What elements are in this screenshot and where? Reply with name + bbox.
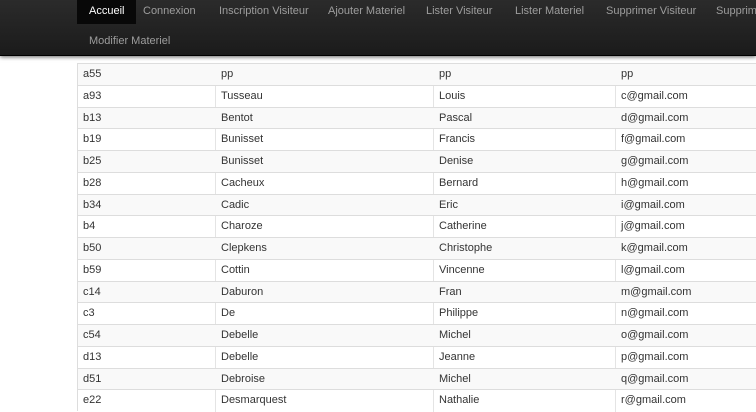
visitor-lastname-cell: Cadic (221, 198, 250, 211)
visitor-firstname-cell: Denise (439, 155, 474, 167)
visitor-lastname-cell: Debelle (221, 350, 259, 363)
visitor-id-cell: b4 (83, 220, 96, 233)
visitor-lastname-cell: Cacheux (221, 176, 265, 189)
nav-inscription-visiteur[interactable]: Inscription Visiteur (219, 0, 309, 24)
visitor-email-cell: m@gmail.com (621, 285, 692, 298)
visitor-lastname-cell: Bunisset (221, 133, 264, 146)
nav-modifier-materiel[interactable]: Modifier Materiel (89, 30, 170, 54)
nav-lister-materiel[interactable]: Lister Materiel (515, 0, 584, 24)
visitor-id-cell: b50 (83, 242, 102, 254)
visitor-firstname-cell: Eric (439, 198, 458, 211)
visitor-lastname-cell: Daburon (221, 285, 264, 298)
visitor-email-cell: g@gmail.com (621, 155, 689, 167)
visitor-id-cell: a93 (83, 89, 102, 102)
visitor-table: a55 pp pp pp a93 Tusseau Louis c@gmail.com b13 Be… (77, 63, 756, 411)
visitor-firstname-cell: Nathalie (439, 394, 480, 407)
visitor-email-cell: o@gmail.com (621, 329, 689, 341)
table-row: b50 Clepkens Christophe k@gmail.com (78, 237, 756, 259)
nav-supprimer-materiel[interactable]: Supprime (716, 0, 756, 24)
nav-accueil[interactable]: Accueil (77, 0, 137, 24)
visitor-firstname-cell: Fran (439, 285, 462, 298)
visitor-id-cell: c14 (83, 285, 101, 298)
visitor-email-cell: i@gmail.com (621, 198, 685, 211)
visitor-lastname-cell: Tusseau (221, 89, 263, 102)
visitor-firstname-cell: Vincenne (439, 263, 485, 276)
visitor-id-cell: d13 (83, 350, 102, 363)
nav-ajouter-materiel[interactable]: Ajouter Materiel (328, 0, 405, 24)
visitor-lastname-cell: Charoze (221, 220, 263, 233)
top-navbar: Accueil Connexion Inscription Visiteur A… (0, 0, 756, 56)
visitor-email-cell: f@gmail.com (621, 133, 686, 146)
visitor-id-cell: b28 (83, 176, 102, 189)
visitor-lastname-cell: Bunisset (221, 155, 264, 167)
table-row: b59 Cottin Vincenne l@gmail.com (78, 258, 756, 281)
visitor-firstname-cell: Louis (439, 89, 466, 102)
visitor-id-cell: c3 (83, 307, 95, 320)
visitor-email-cell: l@gmail.com (621, 263, 685, 276)
table-row: e22 Desmarquest Nathalie r@gmail.com (78, 389, 756, 411)
visitor-firstname-cell: Michel (439, 372, 471, 385)
table-row: b28 Cacheux Bernard h@gmail.com (78, 171, 756, 194)
table-row: b19 Bunisset Francis f@gmail.com (78, 128, 756, 150)
visitor-email-cell: k@gmail.com (621, 242, 688, 254)
visitor-id-cell: b34 (83, 198, 102, 211)
visitor-id-cell: b19 (83, 133, 102, 146)
visitor-lastname-cell: Cottin (221, 263, 250, 276)
table-row: a93 Tusseau Louis c@gmail.com (78, 84, 756, 107)
visitor-id-cell: d51 (83, 372, 102, 385)
visitor-lastname-cell: Debroise (221, 372, 266, 385)
visitor-email-cell: p@gmail.com (621, 350, 689, 363)
visitor-email-cell: h@gmail.com (621, 176, 689, 189)
visitor-email-cell: c@gmail.com (621, 89, 688, 102)
visitor-firstname-cell: pp (439, 68, 452, 80)
visitor-email-cell: pp (621, 68, 634, 80)
visitor-firstname-cell: Pascal (439, 111, 473, 124)
nav-connexion[interactable]: Connexion (143, 0, 196, 24)
visitor-id-cell: c54 (83, 329, 101, 341)
table-row: c3 De Philippe n@gmail.com (78, 302, 756, 324)
table-row: c14 Daburon Fran m@gmail.com (78, 280, 756, 303)
table-row: d13 Debelle Jeanne p@gmail.com (78, 345, 756, 368)
visitor-id-cell: b25 (83, 155, 102, 167)
table-row: b13 Bentot Pascal d@gmail.com (78, 106, 756, 129)
visitor-firstname-cell: Bernard (439, 176, 479, 189)
table-row: c54 Debelle Michel o@gmail.com (78, 324, 756, 346)
visitor-lastname-cell: De (221, 307, 236, 320)
visitor-email-cell: r@gmail.com (621, 394, 686, 407)
nav-lister-visiteur[interactable]: Lister Visiteur (426, 0, 492, 24)
visitor-lastname-cell: Debelle (221, 329, 259, 341)
table-row: d51 Debroise Michel q@gmail.com (78, 367, 756, 390)
visitor-firstname-cell: Philippe (439, 307, 479, 320)
visitor-firstname-cell: Catherine (439, 220, 487, 233)
visitor-email-cell: j@gmail.com (621, 220, 685, 233)
visitor-id-cell: b13 (83, 111, 102, 124)
table-row: b25 Bunisset Denise g@gmail.com (78, 150, 756, 172)
visitor-firstname-cell: Francis (439, 133, 476, 146)
table-row: b4 Charoze Catherine j@gmail.com (78, 215, 756, 237)
nav-supprimer-visiteur[interactable]: Supprimer Visiteur (606, 0, 696, 24)
visitor-firstname-cell: Christophe (439, 242, 493, 254)
visitor-id-cell: e22 (83, 394, 102, 407)
visitor-firstname-cell: Michel (439, 329, 471, 341)
visitor-lastname-cell: pp (221, 68, 234, 80)
table-row: a55 pp pp pp (78, 63, 756, 85)
visitor-id-cell: b59 (83, 263, 102, 276)
table-row: b34 Cadic Eric i@gmail.com (78, 193, 756, 216)
visitor-lastname-cell: Clepkens (221, 242, 267, 254)
visitor-email-cell: q@gmail.com (621, 372, 689, 385)
visitor-lastname-cell: Bentot (221, 111, 253, 124)
visitor-email-cell: n@gmail.com (621, 307, 689, 320)
visitor-firstname-cell: Jeanne (439, 350, 476, 363)
visitor-id-cell: a55 (83, 68, 102, 80)
visitor-email-cell: d@gmail.com (621, 111, 689, 124)
visitor-lastname-cell: Desmarquest (221, 394, 287, 407)
